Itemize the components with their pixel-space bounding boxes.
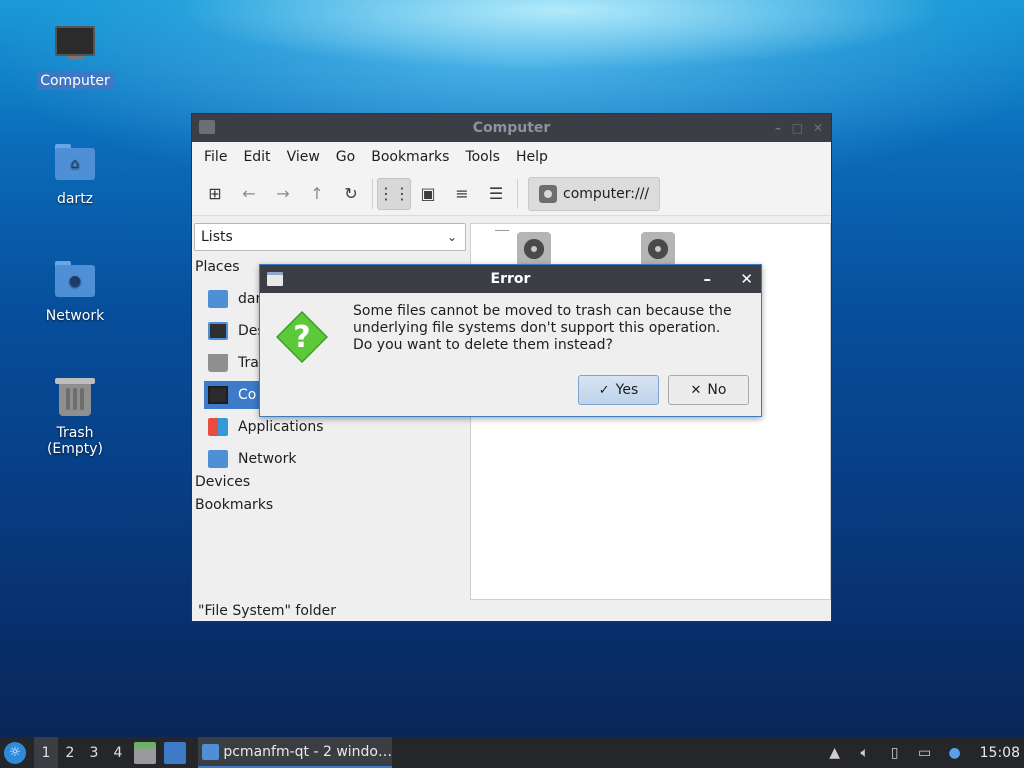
show-desktop-icon[interactable] [164, 741, 186, 764]
taskbar: ☼ 1 2 3 4 pcmanfm-qt - 2 windo… ▲ 🔈︎ ▯ ▭… [0, 737, 1024, 768]
menu-bookmarks[interactable]: Bookmarks [363, 149, 457, 165]
back-arrow-icon[interactable]: ← [232, 178, 266, 210]
workspace-3[interactable]: 3 [82, 737, 106, 768]
detailed-list-icon[interactable]: ☰ [479, 178, 513, 210]
system-tray: ▲ 🔈︎ ▯ ▭ ● 15:08 [820, 737, 1024, 768]
forward-arrow-icon[interactable]: → [266, 178, 300, 210]
menu-go[interactable]: Go [328, 149, 363, 165]
dialog-message-line: underlying file systems don't support th… [353, 320, 721, 336]
volume-icon[interactable]: 🔈︎ [854, 737, 876, 768]
computer-icon [208, 386, 228, 404]
applications-icon [208, 418, 228, 436]
reload-icon[interactable]: ↻ [334, 178, 368, 210]
address-text: computer:/// [563, 185, 650, 202]
update-notifier-icon[interactable]: ● [944, 737, 966, 768]
trash-icon [53, 374, 97, 418]
menu-file[interactable]: File [196, 149, 235, 165]
sidebar-item-label: Network [238, 451, 297, 467]
maximize-icon[interactable]: □ [792, 114, 803, 142]
home-folder-icon: ⌂ [53, 140, 97, 184]
cross-icon: ✕ [690, 382, 702, 398]
network-icon [208, 450, 228, 468]
dialog-message-line: Do you want to delete them instead? [353, 337, 613, 353]
workspace-1[interactable]: 1 [34, 737, 58, 768]
clipboard-icon[interactable]: ▯ [884, 737, 906, 768]
new-tab-icon[interactable]: ⊞ [198, 178, 232, 210]
devices-header[interactable]: Devices [195, 474, 250, 490]
desktop-icon [208, 322, 228, 340]
thumbnail-view-icon[interactable]: ▣ [411, 178, 445, 210]
no-button[interactable]: ✕ No [668, 375, 749, 405]
address-bar[interactable]: computer:/// [528, 176, 660, 211]
monitor-icon [53, 22, 97, 66]
dialog-message-line: Some files cannot be moved to trash can … [353, 303, 732, 319]
toolbar: ⊞ ← → ↑ ↻ ⋮⋮ ▣ ≡ ☰ computer:/// [192, 172, 831, 216]
svg-text:?: ? [293, 320, 310, 355]
desktop-icon-dartz[interactable]: ⌂ dartz [24, 140, 126, 208]
drive-icon[interactable] [641, 232, 675, 266]
selection-mark [495, 230, 509, 231]
desktop-icon-network[interactable]: ● Network [24, 257, 126, 325]
status-bar: "File System" folder [198, 603, 337, 619]
menu-edit[interactable]: Edit [235, 149, 278, 165]
clock[interactable]: 15:08 [980, 745, 1020, 761]
compact-view-icon[interactable]: ≡ [445, 178, 479, 210]
up-arrow-icon[interactable]: ↑ [300, 178, 334, 210]
menu-help[interactable]: Help [508, 149, 556, 165]
drive-icon[interactable] [517, 232, 551, 266]
sidebar-item-label: Tra [238, 355, 259, 371]
window-icon [267, 272, 283, 286]
yes-button-label: Yes [615, 382, 639, 398]
question-icon: ? [276, 311, 328, 363]
desktop-icon-label: Trash (Empty) [46, 425, 104, 457]
yes-button[interactable]: ✓ Yes [578, 375, 659, 405]
tray-arrow-icon[interactable]: ▲ [824, 737, 846, 768]
start-menu-icon[interactable]: ☼ [4, 741, 26, 764]
no-button-label: No [707, 382, 727, 398]
side-pane-mode-value: Lists [201, 229, 233, 245]
menu-view[interactable]: View [279, 149, 328, 165]
desktop-icon-label: dartz [56, 191, 94, 207]
close-icon[interactable]: ✕ [740, 265, 753, 293]
close-icon[interactable]: ✕ [813, 114, 823, 142]
drive-icon [539, 184, 557, 203]
menubar: File Edit View Go Bookmarks Tools Help [192, 142, 831, 172]
error-dialog: Error – ✕ ? Some files cannot be moved t… [259, 264, 762, 417]
sidebar-item-applications[interactable]: Applications [204, 413, 468, 441]
bookmarks-header[interactable]: Bookmarks [195, 497, 273, 513]
home-folder-icon [208, 290, 228, 308]
workspace-4[interactable]: 4 [106, 737, 130, 768]
sidebar-item-label: Co [238, 387, 257, 403]
trash-icon [208, 354, 228, 372]
chevron-down-icon: ⌄ [446, 230, 457, 244]
desktop-icon-computer[interactable]: Computer [24, 22, 126, 90]
task-label: pcmanfm-qt - 2 windo… [223, 743, 392, 760]
folder-icon [202, 743, 220, 760]
icon-view-icon[interactable]: ⋮⋮ [377, 177, 411, 210]
dialog-title: Error [490, 271, 531, 287]
desktop-icon-label: Network [45, 308, 105, 324]
dialog-message: Some files cannot be moved to trash can … [353, 303, 753, 354]
desktop-icon-trash[interactable]: Trash (Empty) [24, 374, 126, 458]
network-folder-icon: ● [53, 257, 97, 301]
window-title: Computer [472, 120, 551, 136]
folder-icon [199, 120, 215, 134]
network-status-icon[interactable]: ▭ [914, 737, 936, 768]
sidebar-item-label: Applications [238, 419, 324, 435]
file-manager-launcher-icon[interactable] [134, 741, 156, 764]
dialog-titlebar[interactable]: Error – ✕ [260, 265, 761, 293]
checkmark-icon: ✓ [598, 382, 610, 398]
menu-tools[interactable]: Tools [457, 149, 508, 165]
workspace-2[interactable]: 2 [58, 737, 82, 768]
places-header[interactable]: Places [195, 259, 240, 275]
minimize-icon[interactable]: – [704, 265, 712, 293]
sidebar-item-label: dar [238, 291, 262, 307]
side-pane-mode-select[interactable]: Lists ⌄ [194, 223, 466, 251]
minimize-icon[interactable]: – [775, 114, 781, 142]
window-titlebar[interactable]: Computer – □ ✕ [192, 114, 831, 142]
sidebar-item-network[interactable]: Network [204, 445, 468, 473]
desktop-icon-label: Computer [37, 72, 113, 90]
taskbar-task-pcmanfm[interactable]: pcmanfm-qt - 2 windo… [198, 737, 392, 768]
